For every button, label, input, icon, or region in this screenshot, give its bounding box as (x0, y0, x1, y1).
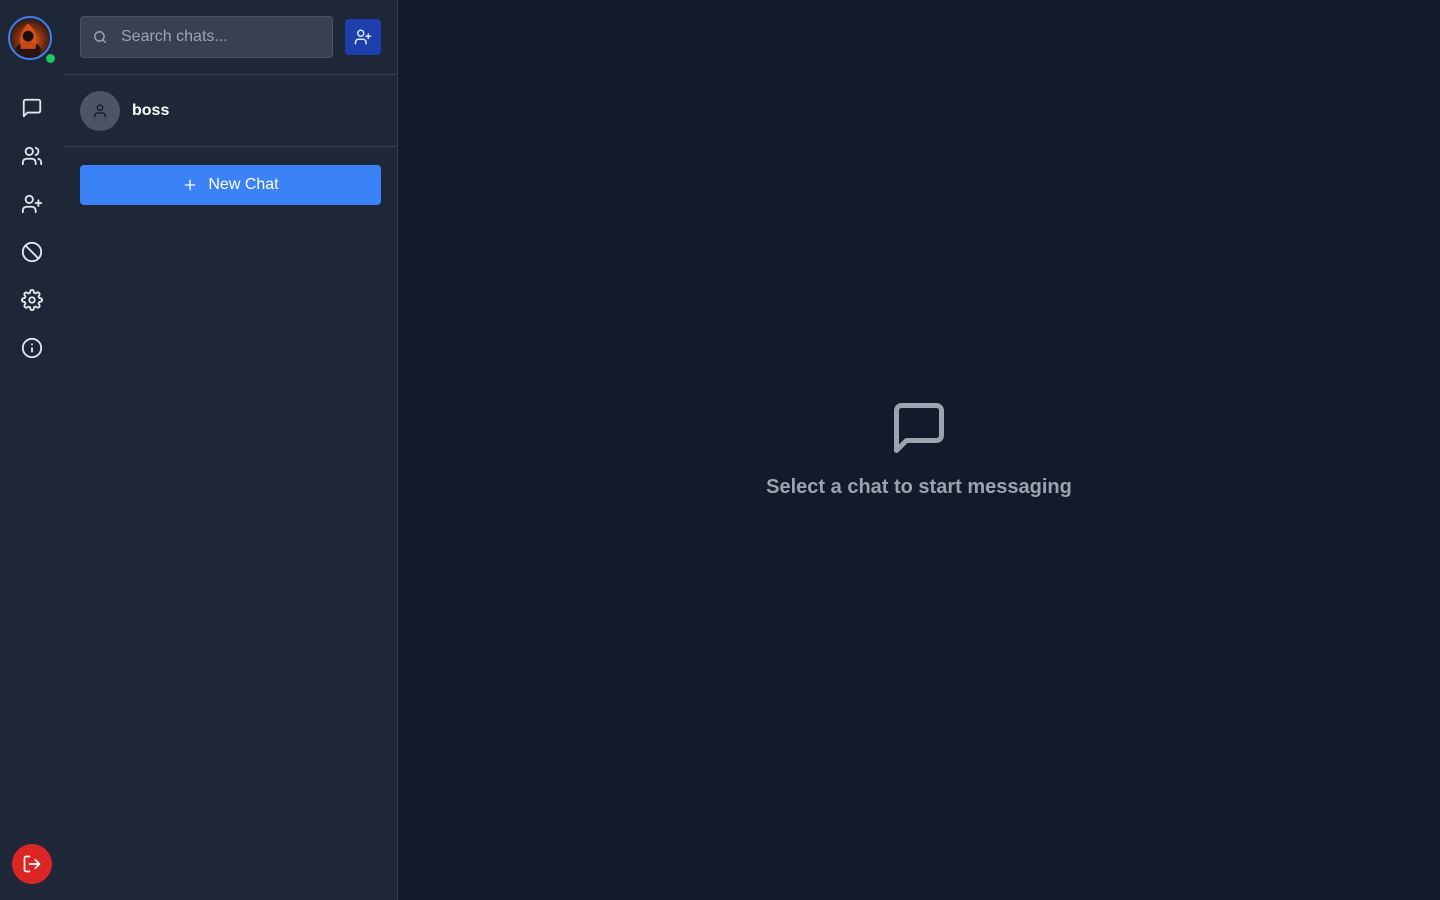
friends-nav-button[interactable] (16, 140, 48, 172)
plus-icon (185, 179, 196, 191)
message-square-icon (894, 403, 944, 453)
nav-rail (0, 0, 64, 900)
search-box[interactable] (80, 16, 333, 58)
log-out-icon (23, 855, 41, 873)
chat-name: boss (132, 101, 170, 119)
chat-avatar (80, 90, 120, 131)
settings-icon (21, 289, 43, 311)
search-icon (93, 30, 107, 44)
user-plus-icon (354, 29, 372, 45)
online-status-indicator (45, 53, 56, 64)
new-chat-button[interactable]: New Chat (80, 165, 381, 205)
about-nav-button[interactable] (16, 332, 48, 364)
chat-list-item[interactable]: boss (64, 75, 397, 147)
ban-icon (21, 241, 43, 263)
logout-button[interactable] (12, 844, 52, 884)
avatar-image-icon (15, 23, 41, 58)
empty-state-text: Select a chat to start messaging (766, 476, 1072, 498)
chat-app: boss New Chat Select a chat to start mes… (0, 0, 1440, 900)
user-icon (94, 103, 106, 118)
empty-state: Select a chat to start messaging (398, 398, 1440, 499)
conversation-area: Select a chat to start messaging (398, 0, 1440, 900)
blocked-users-nav-button[interactable] (16, 236, 48, 268)
chat-list-panel: boss New Chat (64, 0, 398, 900)
user-plus-icon (21, 194, 43, 214)
friend-requests-nav-button[interactable] (16, 188, 48, 220)
message-square-icon (22, 98, 42, 118)
add-friend-button[interactable] (345, 19, 381, 55)
chats-nav-button[interactable] (16, 92, 48, 124)
users-icon (21, 146, 43, 166)
settings-nav-button[interactable] (16, 284, 48, 316)
new-chat-label: New Chat (208, 176, 279, 193)
info-icon (21, 337, 43, 359)
user-avatar[interactable] (8, 16, 52, 60)
search-input[interactable] (119, 27, 323, 47)
